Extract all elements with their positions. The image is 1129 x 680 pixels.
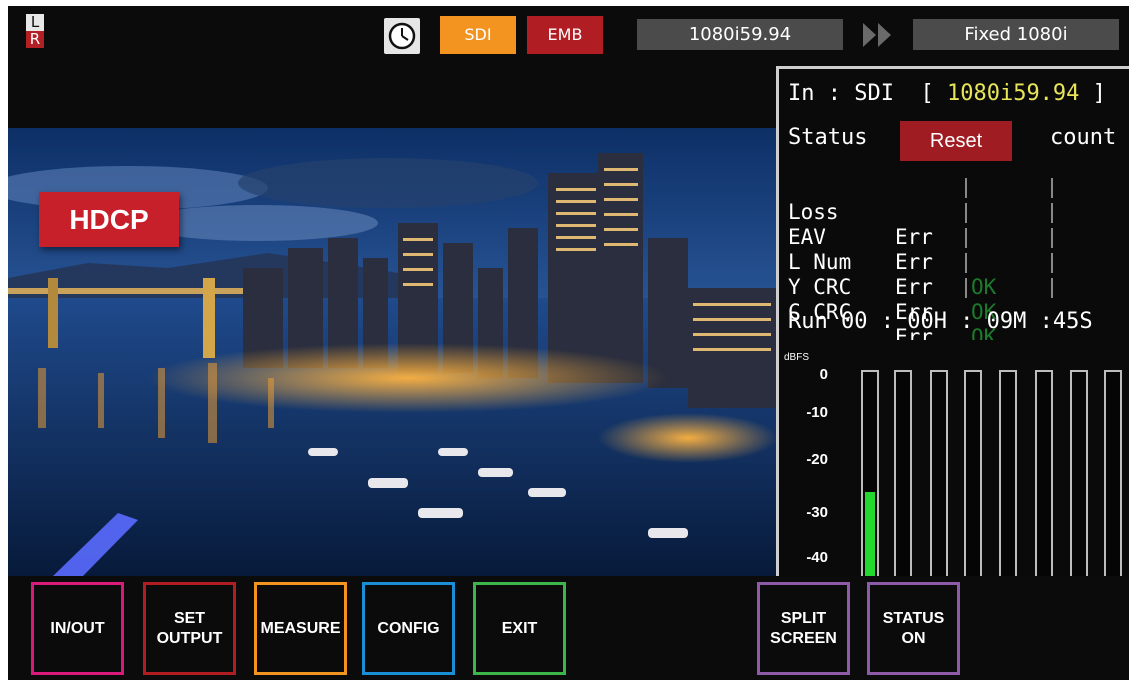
input-source-label: In : SDI	[788, 81, 894, 106]
exit-label: EXIT	[501, 619, 538, 637]
audio-channel-bar	[930, 370, 948, 576]
hdcp-badge: HDCP	[39, 192, 179, 247]
divider	[1051, 253, 1053, 273]
audio-channel-bar	[861, 370, 879, 576]
fast-forward-icon	[863, 23, 891, 47]
divider	[1051, 203, 1053, 223]
table-row: EAV Err OK	[788, 200, 1053, 324]
status-on-button[interactable]: STATUS ON	[867, 582, 960, 675]
signal-status-panel: In : SDI [ 1080i59.94 ] Status Reset cou…	[776, 66, 1129, 399]
audio-channel-bar	[1104, 370, 1122, 576]
divider	[965, 278, 967, 298]
status-on-label: STATUS ON	[882, 609, 945, 647]
table-row: L Num Err OK	[788, 225, 1053, 349]
exit-button[interactable]: EXIT	[473, 582, 566, 675]
audio-channel-bar	[1035, 370, 1053, 576]
table-row: C CRC Err OK	[788, 275, 1053, 399]
input-status-line: In : SDI [ 1080i59.94 ]	[788, 81, 1106, 106]
audio-channel-bar	[1070, 370, 1088, 576]
bracket-close: ]	[1092, 81, 1106, 106]
audio-level-meter: dBFS 0 -10 -20 -30 -40	[776, 340, 1129, 576]
dbfs-unit-label: dBFS	[784, 352, 810, 363]
error-table: Loss Err OK EAV Err OK L Num Err OK Y CR…	[788, 175, 1053, 399]
measure-label: MEASURE	[260, 619, 341, 637]
row-state: Err	[895, 225, 933, 249]
divider	[1051, 178, 1053, 198]
db-tick-10: -10	[806, 404, 828, 421]
video-preview: HDCP	[8, 128, 776, 576]
set-output-button[interactable]: SET OUTPUT	[143, 582, 236, 675]
divider	[965, 253, 967, 273]
set-output-label: SET OUTPUT	[156, 609, 223, 647]
db-tick-40: -40	[806, 549, 828, 566]
in-out-label: IN/OUT	[50, 619, 105, 637]
row-result: OK	[971, 275, 997, 299]
monitor-screen: L R SDI EMB 1080i59.94 Fixed 1080i HDCP …	[8, 6, 1129, 680]
channel-l-label: L	[26, 14, 44, 31]
divider	[1051, 228, 1053, 248]
config-label: CONFIG	[377, 619, 440, 637]
input-resolution: 1080i59.94	[946, 81, 1080, 106]
row-state: Err	[895, 275, 933, 299]
split-screen-label: SPLIT SCREEN	[770, 609, 837, 647]
run-time: Run 00 : 00H : 09M :45S	[788, 309, 1093, 334]
divider	[965, 178, 967, 198]
clock-icon	[388, 22, 416, 50]
row-state: Err	[895, 250, 933, 274]
channel-r-label: R	[26, 31, 44, 48]
clock-button[interactable]	[384, 18, 420, 54]
table-row: Y CRC Err OK	[788, 250, 1053, 374]
table-row: Loss Err OK	[788, 175, 1053, 299]
emb-audio-button[interactable]: EMB	[527, 16, 603, 54]
in-out-button[interactable]: IN/OUT	[31, 582, 124, 675]
output-format-display[interactable]: Fixed 1080i	[913, 19, 1119, 50]
db-tick-20: -20	[806, 451, 828, 468]
divider	[965, 203, 967, 223]
audio-channel-bar	[964, 370, 982, 576]
divider	[965, 228, 967, 248]
audio-channel-bar	[999, 370, 1017, 576]
bracket-open: [	[920, 81, 934, 106]
audio-channel-bar	[894, 370, 912, 576]
divider	[1051, 278, 1053, 298]
status-label: Status	[788, 125, 868, 150]
db-tick-0: 0	[819, 366, 828, 383]
db-tick-30: -30	[806, 504, 828, 521]
count-label: count	[1050, 125, 1117, 150]
measure-button[interactable]: MEASURE	[254, 582, 347, 675]
audio-level-fill	[865, 491, 875, 576]
split-screen-button[interactable]: SPLIT SCREEN	[757, 582, 850, 675]
reset-button[interactable]: Reset	[900, 121, 1012, 161]
config-button[interactable]: CONFIG	[362, 582, 455, 675]
sdi-input-button[interactable]: SDI	[440, 16, 516, 54]
input-format-display[interactable]: 1080i59.94	[637, 19, 843, 50]
